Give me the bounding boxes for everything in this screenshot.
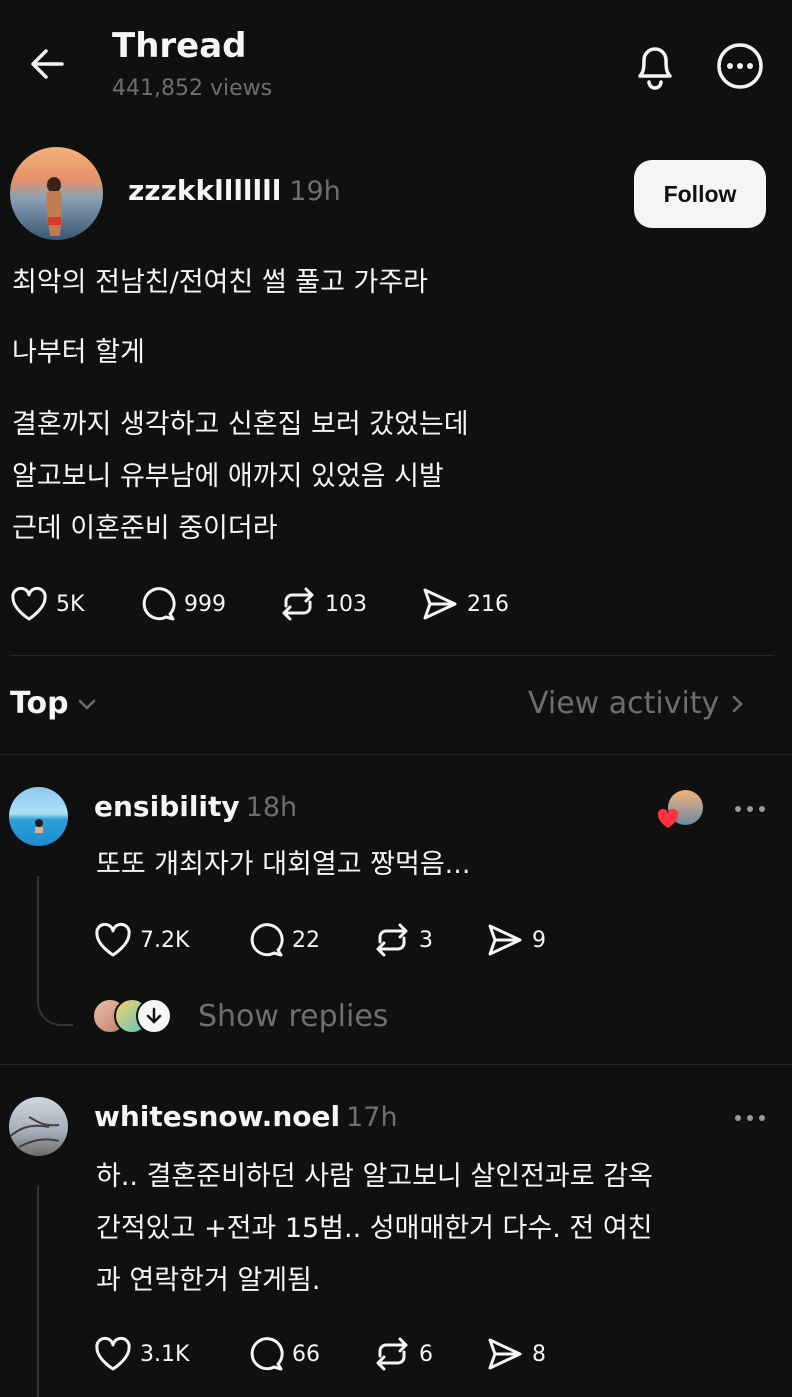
reply-avatar[interactable] [9, 787, 68, 846]
author-username[interactable]: zzzkklllllll [128, 174, 281, 207]
heart-icon [94, 1336, 132, 1372]
post-line-4: 알고보니 유부남에 애까지 있었음 시발 [12, 461, 444, 492]
thread-line-curve [37, 990, 73, 1026]
chevron-down-icon [77, 697, 97, 711]
view-activity-label: View activity [528, 686, 720, 721]
sort-label: Top [10, 686, 69, 721]
show-replies-label: Show replies [198, 998, 389, 1034]
repost-icon [279, 586, 317, 622]
share-count: 216 [467, 591, 509, 617]
comment-button[interactable]: 22 [246, 922, 320, 958]
comment-button[interactable]: 999 [138, 586, 226, 622]
divider [10, 655, 774, 656]
repost-button[interactable]: 3 [373, 922, 433, 958]
repost-button[interactable]: 103 [279, 586, 367, 622]
send-icon [486, 922, 524, 958]
comment-icon [246, 922, 284, 958]
reply-username[interactable]: whitesnow.noel [94, 1100, 340, 1133]
bell-icon[interactable] [632, 40, 678, 90]
divider [0, 754, 792, 755]
comment-count: 22 [292, 927, 320, 953]
thread-line [37, 1186, 39, 1397]
share-button[interactable]: 9 [486, 922, 546, 958]
post-time: 19h [289, 176, 341, 207]
sort-dropdown[interactable]: Top [10, 686, 97, 721]
comment-count: 66 [292, 1341, 320, 1367]
repost-count: 6 [419, 1341, 433, 1367]
divider [0, 1064, 792, 1065]
reply-line-3: 과 연락한거 알게됨. [96, 1265, 321, 1296]
like-count: 3.1K [140, 1341, 190, 1367]
author-avatar[interactable] [10, 147, 103, 240]
share-count: 8 [532, 1341, 546, 1367]
thread-line [37, 876, 39, 996]
like-button[interactable]: 3.1K [94, 1336, 189, 1372]
reply-time: 17h [346, 1102, 398, 1133]
show-replies-button[interactable]: Show replies [92, 998, 388, 1034]
post-line-1: 최악의 전남친/전여친 썰 풀고 가주라 [12, 267, 429, 298]
more-dots-icon[interactable] [734, 1114, 766, 1122]
share-count: 9 [532, 927, 546, 953]
reply-text: 또또 개최자가 대회열고 짱먹음... [96, 849, 471, 880]
like-button[interactable]: 5K [10, 586, 84, 622]
more-dots-icon[interactable] [734, 805, 766, 813]
send-icon [421, 586, 459, 622]
repost-button[interactable]: 6 [373, 1336, 433, 1372]
send-icon [486, 1336, 524, 1372]
like-button[interactable]: 7.2K [94, 922, 189, 958]
reply-avatar[interactable] [9, 1097, 68, 1156]
repost-icon [373, 1336, 411, 1372]
comment-button[interactable]: 66 [246, 1336, 320, 1372]
post-line-2: 나부터 할게 [12, 337, 145, 368]
reply-line-2: 간적있고 +전과 15범.. 성매매한거 다수. 전 여친 [96, 1213, 653, 1244]
reply-username[interactable]: ensibility [94, 790, 240, 823]
comment-count: 999 [184, 591, 226, 617]
heart-badge-icon [656, 808, 680, 830]
reply-time: 18h [245, 792, 298, 823]
repost-count: 103 [325, 591, 367, 617]
back-arrow-icon[interactable] [28, 44, 68, 84]
page-title: Thread [112, 26, 247, 66]
down-arrow-icon [136, 998, 172, 1034]
repost-count: 3 [419, 927, 433, 953]
chevron-right-icon [731, 694, 744, 714]
like-count: 5K [56, 591, 85, 617]
more-options-icon[interactable] [716, 42, 764, 90]
heart-icon [10, 586, 48, 622]
reply-line-1: 하.. 결혼준비하던 사람 알고보니 살인전과로 감옥 [96, 1161, 653, 1192]
like-count: 7.2K [140, 927, 190, 953]
view-activity-link[interactable]: View activity [528, 686, 744, 721]
view-count: 441,852 views [112, 76, 273, 101]
heart-icon [94, 922, 132, 958]
share-button[interactable]: 216 [421, 586, 509, 622]
comment-icon [138, 586, 176, 622]
repost-icon [373, 922, 411, 958]
follow-button[interactable]: Follow [634, 160, 766, 228]
post-line-5: 근데 이혼준비 중이더라 [12, 513, 278, 544]
share-button[interactable]: 8 [486, 1336, 546, 1372]
comment-icon [246, 1336, 284, 1372]
post-line-3: 결혼까지 생각하고 신혼집 보러 갔었는데 [12, 409, 469, 440]
